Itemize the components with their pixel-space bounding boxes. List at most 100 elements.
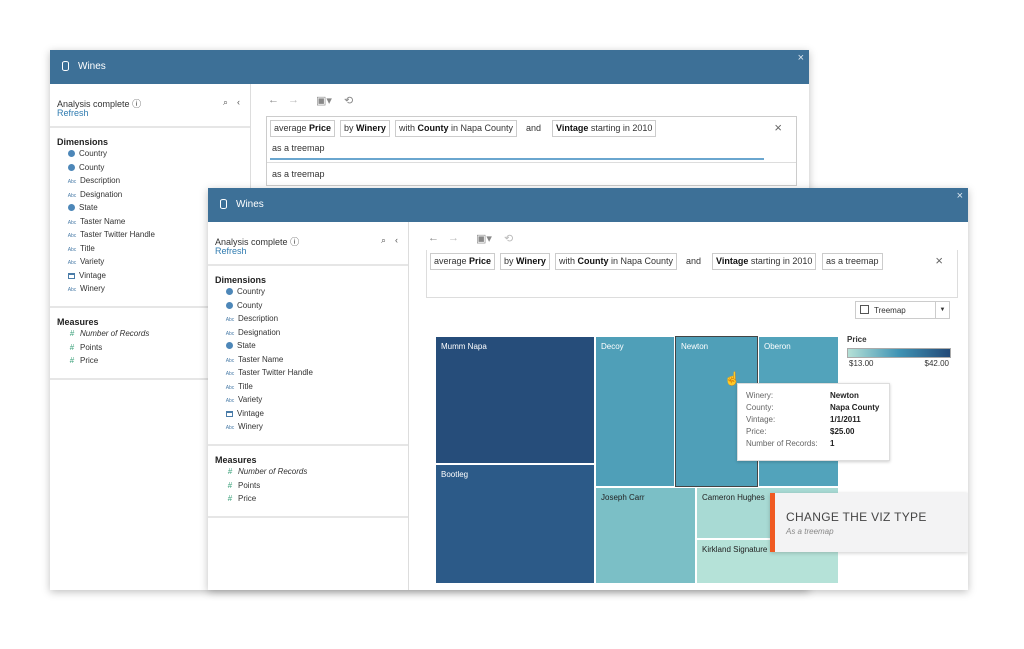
query-pill[interactable]: by Winery <box>340 120 390 137</box>
data-pane: Analysis complete ⓘ Refresh ⌕ ‹ Dimensions Co… <box>208 222 409 590</box>
dimension-field[interactable]: Abc Taster Name <box>67 216 126 226</box>
clear-icon[interactable]: × <box>935 253 943 268</box>
refresh-link[interactable]: Refresh <box>57 108 89 118</box>
field-label: Price <box>80 356 99 365</box>
database-icon <box>220 199 227 209</box>
forward-arrow-icon[interactable]: → <box>288 94 299 106</box>
abc-icon: Abc <box>225 425 235 431</box>
query-pill[interactable]: average Price <box>270 120 336 137</box>
dimension-field[interactable]: Abc Taster Twitter Handle <box>67 230 155 239</box>
measure-field[interactable]: # Price <box>225 494 256 503</box>
window-header: Wines × <box>208 188 968 222</box>
dimension-field[interactable]: State <box>67 203 98 212</box>
measure-field[interactable]: # Price <box>67 356 98 365</box>
dimension-field[interactable]: Country <box>225 287 265 296</box>
dimension-field[interactable]: Country <box>67 149 107 158</box>
pill-post: starting in 2010 <box>748 256 813 266</box>
field-label: Taster Twitter Handle <box>80 230 155 239</box>
globe-icon <box>226 342 233 349</box>
dimension-field[interactable]: Abc Winery <box>225 422 263 431</box>
collapse-icon[interactable]: ‹ <box>395 235 398 245</box>
dimension-field[interactable]: State <box>225 341 256 350</box>
dimension-field[interactable]: Abc Description <box>225 314 278 323</box>
globe-icon <box>68 204 75 211</box>
field-label: Taster Name <box>80 216 126 226</box>
info-icon[interactable]: ⓘ <box>132 99 141 109</box>
legend-max: $42.00 <box>924 359 949 368</box>
hash-icon: # <box>69 329 75 338</box>
abc-icon: Abc <box>67 287 77 293</box>
dimension-field[interactable]: Abc Title <box>67 244 95 253</box>
chevron-down-icon: ▼ <box>935 302 949 318</box>
close-icon[interactable]: × <box>957 190 963 202</box>
query-pill[interactable]: average Price <box>430 253 496 270</box>
refresh-link[interactable]: Refresh <box>215 246 247 256</box>
treemap-cell[interactable]: Mumm Napa <box>435 336 595 464</box>
treemap-cell[interactable]: Bootleg <box>435 464 595 584</box>
reset-icon[interactable]: ⟲ <box>344 94 353 107</box>
query-pill[interactable]: Vintage starting in 2010 <box>712 253 817 270</box>
dimension-field[interactable]: Abc Description <box>67 176 120 185</box>
reset-icon[interactable]: ⟲ <box>504 232 513 245</box>
query-pill-treemap[interactable]: as a treemap <box>822 253 883 270</box>
forward-arrow-icon[interactable]: → <box>448 232 459 244</box>
treemap-cell[interactable]: Joseph Carr <box>595 487 696 584</box>
collapse-icon[interactable]: ‹ <box>237 97 240 107</box>
abc-icon: Abc <box>67 219 77 226</box>
dimension-field[interactable]: Abc Variety <box>67 257 105 266</box>
tooltip-row: County: Napa County <box>746 403 881 415</box>
search-icon[interactable]: ⌕ <box>381 235 386 246</box>
query-pill[interactable]: with County in Napa County <box>395 120 518 137</box>
pill-field: Price <box>309 123 332 133</box>
query-area[interactable]: average Price by Winery with County in Nap… <box>426 250 958 298</box>
dimensions-heading: Dimensions <box>215 275 267 285</box>
dimension-field[interactable]: County <box>67 163 104 172</box>
measures-heading: Measures <box>57 317 99 327</box>
back-arrow-icon[interactable]: ← <box>428 232 439 244</box>
viz-type-dropdown[interactable]: Treemap ▼ <box>855 301 950 319</box>
dimension-field[interactable]: Abc Designation <box>67 190 123 199</box>
field-label: Country <box>237 287 266 296</box>
info-icon[interactable]: ⓘ <box>290 237 299 247</box>
query-box[interactable]: average Price by Winery with County in Nap… <box>266 116 797 186</box>
close-icon[interactable]: × <box>798 52 804 64</box>
query-pill[interactable]: by Winery <box>500 253 550 270</box>
tooltip-key: County: <box>746 403 774 412</box>
dimension-field[interactable]: Abc Taster Name <box>225 354 284 364</box>
save-icon[interactable]: ▣▾ <box>316 94 332 107</box>
dimension-field[interactable]: Abc Winery <box>67 284 105 293</box>
divider <box>50 126 250 128</box>
measure-field[interactable]: # Points <box>225 481 260 490</box>
dimension-field[interactable]: Abc Title <box>225 382 253 391</box>
legend-gradient <box>847 348 951 358</box>
back-arrow-icon[interactable]: ← <box>268 94 279 106</box>
dimension-field[interactable]: County <box>225 301 262 310</box>
pill-pre: with <box>559 256 578 266</box>
query-pill[interactable]: with County in Napa County <box>555 253 678 270</box>
measure-field[interactable]: # Points <box>67 343 102 352</box>
field-label: Taster Name <box>238 354 284 364</box>
pill-pre: average <box>274 123 310 133</box>
measure-field[interactable]: # Number of Records <box>225 467 308 476</box>
suggestion-item[interactable]: as a treemap <box>272 169 325 179</box>
search-icon[interactable]: ⌕ <box>223 97 228 108</box>
dimension-field[interactable]: Abc Taster Twitter Handle <box>225 368 313 377</box>
globe-icon <box>226 301 233 309</box>
abc-icon: Abc <box>67 233 77 239</box>
query-input[interactable]: as a treemap <box>272 143 325 153</box>
treemap-cell[interactable]: Decoy <box>595 336 675 487</box>
save-icon[interactable]: ▣▾ <box>476 232 492 245</box>
measure-field[interactable]: # Number of Records <box>67 329 150 338</box>
field-label: Winery <box>238 422 263 431</box>
dimension-field[interactable]: Vintage <box>225 409 264 418</box>
query-pill[interactable]: Vintage starting in 2010 <box>552 120 657 137</box>
clear-icon[interactable]: × <box>774 120 782 135</box>
dimension-field[interactable]: Abc Designation <box>225 328 281 337</box>
divider <box>208 264 408 266</box>
tooltip-value: 1 <box>830 439 835 448</box>
dimension-field[interactable]: Abc Variety <box>225 395 263 404</box>
dimension-field[interactable]: Vintage <box>67 271 106 280</box>
globe-icon <box>226 288 233 295</box>
tooltip: Winery: Newton County: Napa County Vintage: 1… <box>737 383 890 461</box>
treemap-icon <box>860 305 869 314</box>
